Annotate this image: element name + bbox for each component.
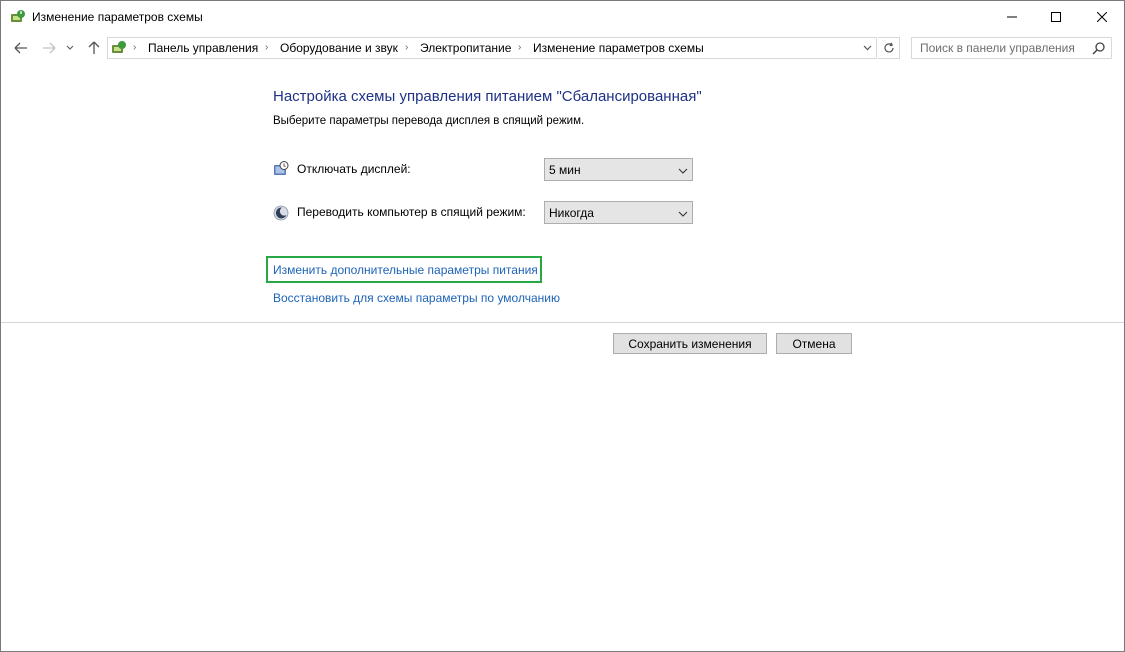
breadcrumb-edit-plan[interactable]: Изменение параметров схемы (533, 41, 704, 55)
chevron-down-icon (863, 45, 871, 51)
close-button[interactable] (1079, 1, 1124, 32)
breadcrumb-separator-icon[interactable]: › (265, 42, 275, 54)
arrow-left-icon (14, 42, 27, 54)
forward-button[interactable] (39, 38, 59, 58)
search-placeholder: Поиск в панели управления (920, 41, 1075, 55)
title-bar: Изменение параметров схемы (1, 1, 1124, 33)
refresh-icon (883, 42, 894, 53)
display-off-value: 5 мин (549, 163, 581, 177)
window-title: Изменение параметров схемы (32, 10, 203, 24)
minimize-button[interactable] (989, 1, 1035, 32)
cancel-button[interactable]: Отмена (776, 333, 852, 354)
power-options-app-icon (10, 9, 26, 25)
chevron-down-icon (678, 208, 688, 218)
address-bar[interactable]: › Панель управления › Оборудование и зву… (107, 37, 877, 59)
control-panel-icon (111, 40, 127, 56)
display-off-label: Отключать дисплей: (297, 162, 411, 176)
maximize-button[interactable] (1033, 1, 1079, 32)
sleep-moon-icon (273, 205, 289, 221)
sleep-select[interactable]: Никогда (544, 201, 693, 224)
breadcrumb-separator-icon[interactable]: › (405, 42, 415, 54)
up-button[interactable] (84, 38, 104, 58)
save-changes-button[interactable]: Сохранить изменения (613, 333, 767, 354)
refresh-button[interactable] (878, 37, 900, 59)
back-button[interactable] (11, 38, 31, 58)
search-icon[interactable] (1092, 41, 1106, 55)
arrow-up-icon (88, 41, 100, 54)
page-subtitle: Выберите параметры перевода дисплея в сп… (273, 115, 585, 127)
restore-defaults-link[interactable]: Восстановить для схемы параметры по умол… (273, 291, 560, 305)
breadcrumb-hardware-sound[interactable]: Оборудование и звук (280, 41, 398, 55)
breadcrumb-control-panel[interactable]: Панель управления (148, 41, 258, 55)
sleep-label: Переводить компьютер в спящий режим: (297, 205, 526, 219)
display-off-select[interactable]: 5 мин (544, 158, 693, 181)
chevron-down-icon (66, 45, 74, 50)
chevron-down-icon (678, 165, 688, 175)
breadcrumb-separator-icon[interactable]: › (518, 42, 528, 54)
address-history-button[interactable] (859, 39, 875, 57)
divider (1, 322, 1124, 323)
breadcrumb-separator-icon[interactable]: › (133, 42, 143, 54)
navigation-bar: › Панель управления › Оборудование и зву… (1, 34, 1124, 62)
recent-locations-button[interactable] (63, 38, 77, 58)
monitor-timer-icon (273, 161, 289, 177)
arrow-right-icon (43, 42, 56, 54)
page-title: Настройка схемы управления питанием "Сба… (273, 88, 702, 105)
sleep-value: Никогда (549, 206, 594, 220)
advanced-power-settings-link[interactable]: Изменить дополнительные параметры питани… (273, 263, 538, 277)
breadcrumb-power-options[interactable]: Электропитание (420, 41, 511, 55)
search-input[interactable]: Поиск в панели управления (911, 37, 1112, 59)
control-panel-window: Изменение параметров схемы › Панель упра… (0, 0, 1125, 652)
